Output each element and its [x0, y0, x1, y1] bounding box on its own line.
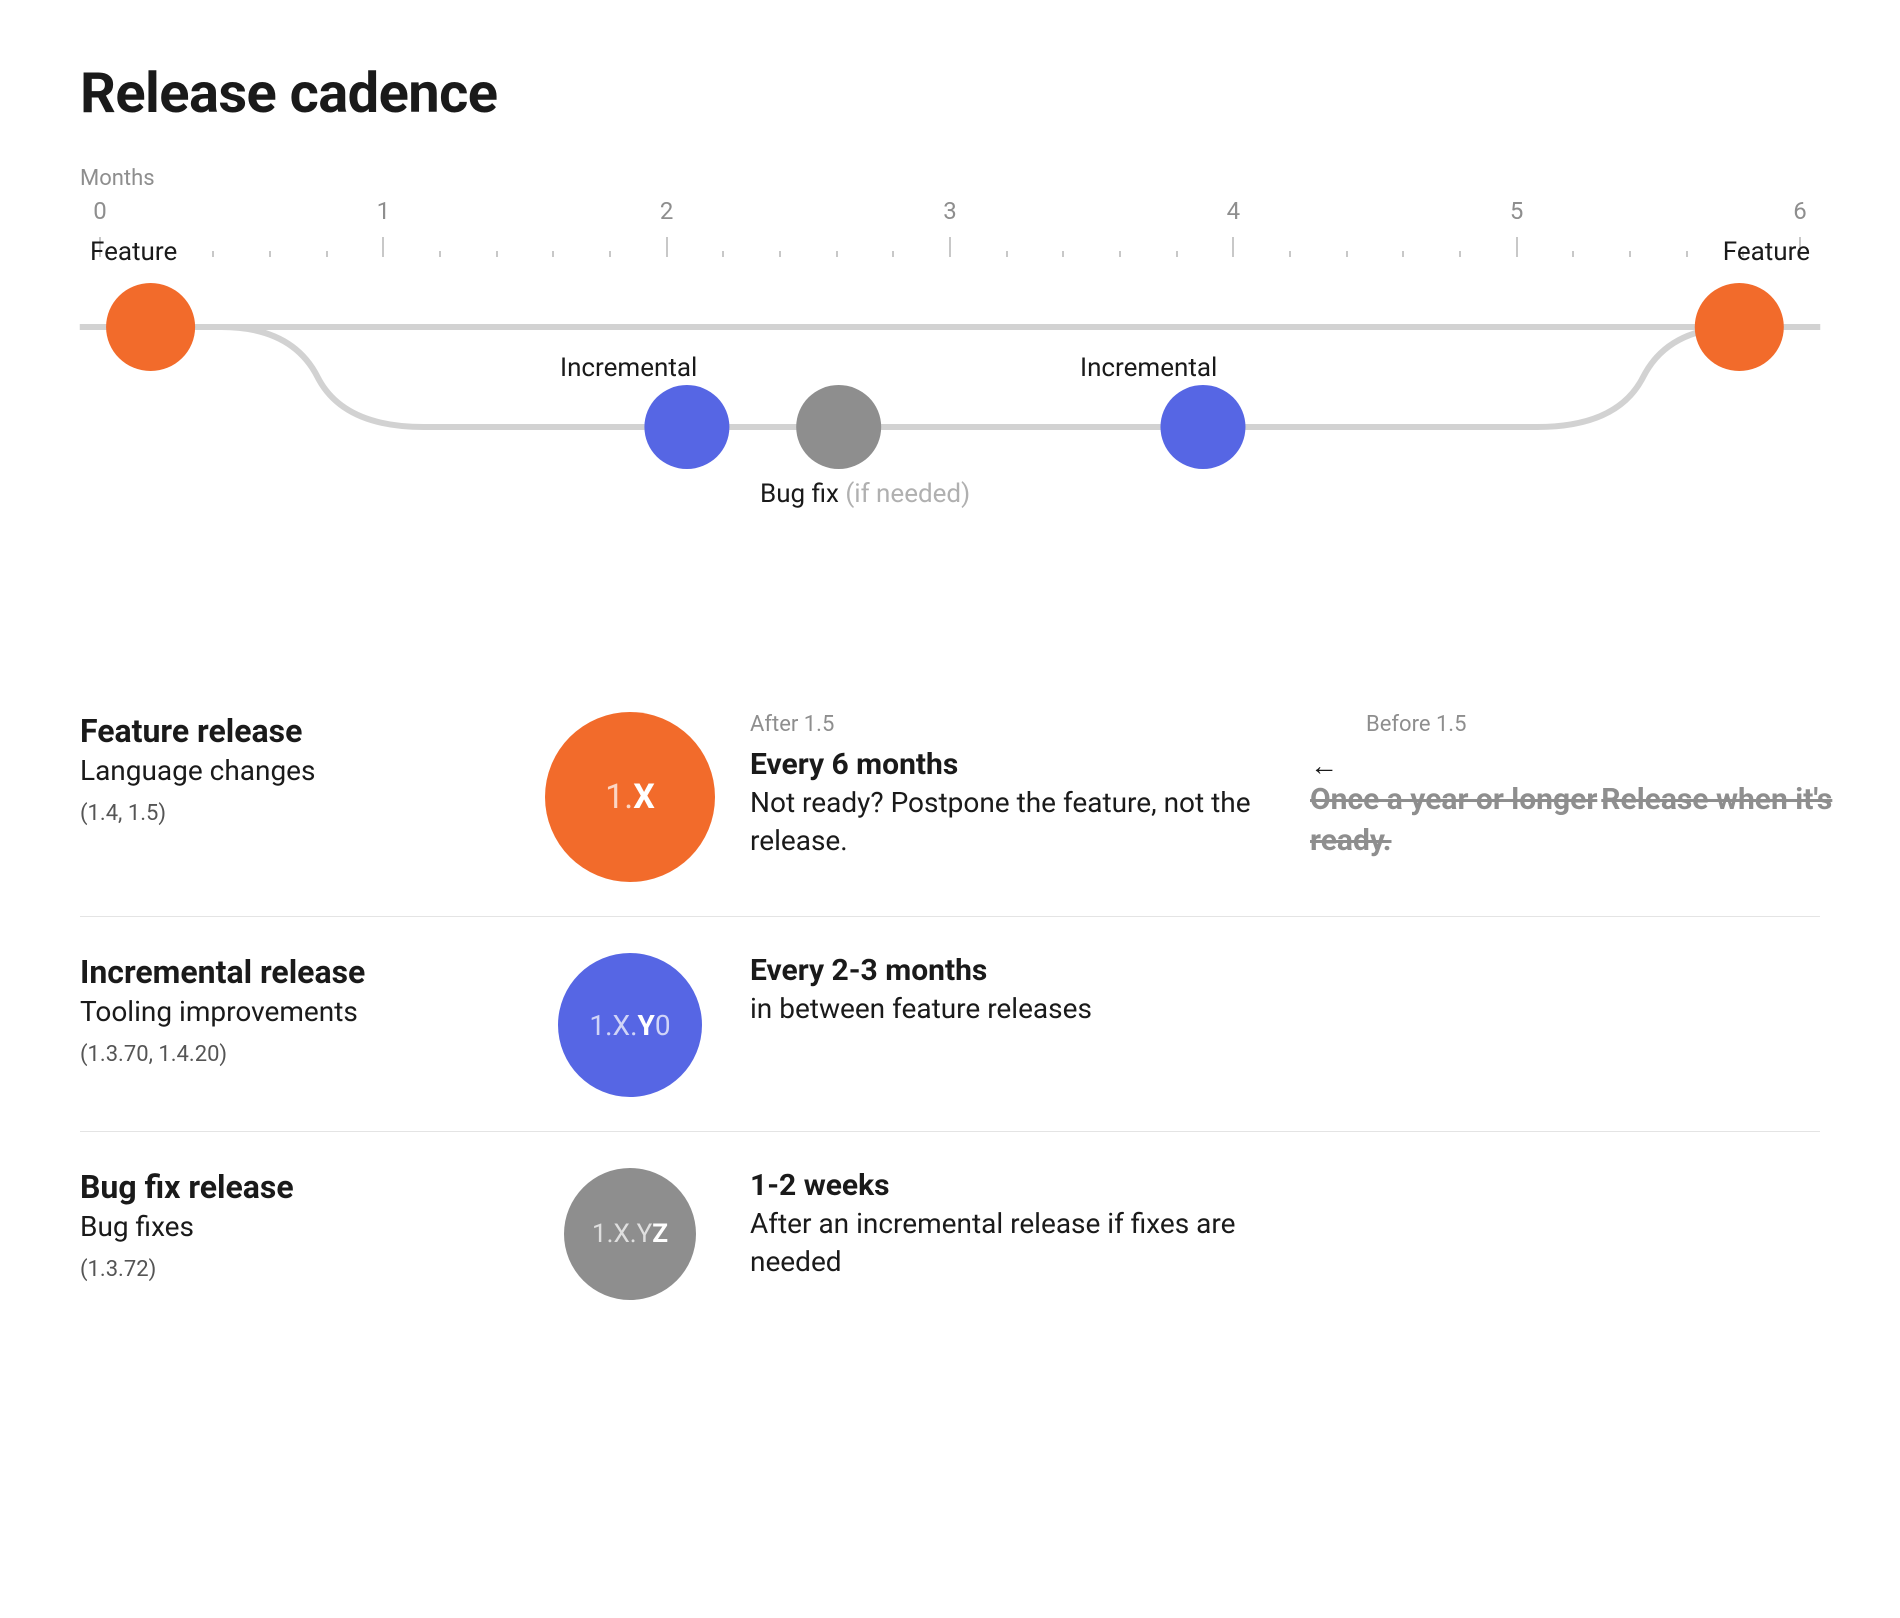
row-title: Feature release — [80, 712, 510, 750]
tick-number: 5 — [1510, 197, 1524, 225]
tick-minor — [326, 251, 328, 257]
timeline-ruler: 0123456 — [100, 197, 1800, 267]
release-rows: Feature release Language changes (1.4, 1… — [80, 676, 1820, 1334]
row-after: 1-2 weeks After an incremental release i… — [750, 1168, 1290, 1281]
timeline-label-bugfix: Bug fix (if needed) — [760, 479, 970, 509]
row-after: Every 2-3 months in between feature rele… — [750, 953, 1290, 1028]
after-body: in between feature releases — [750, 990, 1290, 1028]
tick-minor — [1119, 251, 1121, 257]
before-bold: Once a year or longer — [1310, 782, 1597, 817]
tick-minor — [1572, 251, 1574, 257]
tick-minor — [1459, 251, 1461, 257]
tick-minor — [496, 251, 498, 257]
arrow-left-icon: ← — [1310, 749, 1338, 782]
tick-minor — [552, 251, 554, 257]
tick-minor — [836, 251, 838, 257]
after-bold: 1-2 weeks — [750, 1168, 1290, 1203]
tick-minor — [1006, 251, 1008, 257]
tick-major — [949, 237, 951, 257]
tick-minor — [1686, 251, 1688, 257]
row-examples: (1.3.70, 1.4.20) — [80, 1042, 510, 1067]
timeline-label-incremental-1: Incremental — [560, 353, 697, 383]
tick-major — [382, 237, 384, 257]
tick-number: 3 — [943, 197, 957, 225]
row-subtitle: Language changes — [80, 754, 510, 787]
row-title: Bug fix release — [80, 1168, 510, 1206]
row-before: Before 1.5 ← Once a year or longer Relea… — [1310, 712, 1870, 861]
after-body: Not ready? Postpone the feature, not the… — [750, 784, 1290, 860]
after-header: After 1.5 — [750, 712, 1290, 737]
tick-number: 1 — [377, 197, 391, 225]
tick-minor — [609, 251, 611, 257]
timeline-axis-label: Months — [80, 166, 1820, 191]
before-header: Before 1.5 — [1366, 712, 1870, 737]
tick-minor — [1176, 251, 1178, 257]
row-subtitle: Bug fixes — [80, 1210, 510, 1243]
tick-minor — [439, 251, 441, 257]
version-badge-incremental: 1.X.Y0 — [558, 953, 702, 1097]
version-badge-feature: 1.X — [545, 712, 715, 882]
timeline-node-feature-start — [106, 283, 195, 371]
row-after: After 1.5 Every 6 months Not ready? Post… — [750, 712, 1290, 860]
tick-minor — [892, 251, 894, 257]
tick-minor — [1062, 251, 1064, 257]
tick-minor — [1629, 251, 1631, 257]
row-bugfix-release: Bug fix release Bug fixes (1.3.72) 1.X.Y… — [80, 1132, 1820, 1334]
timeline-label-incremental-2: Incremental — [1080, 353, 1217, 383]
row-examples: (1.4, 1.5) — [80, 801, 510, 826]
tick-minor — [1346, 251, 1348, 257]
row-feature-release: Feature release Language changes (1.4, 1… — [80, 676, 1820, 917]
tick-minor — [1289, 251, 1291, 257]
after-bold: Every 2-3 months — [750, 953, 1290, 988]
after-bold: Every 6 months — [750, 747, 1290, 782]
row-title: Incremental release — [80, 953, 510, 991]
tick-number: 2 — [660, 197, 674, 225]
row-subtitle: Tooling improvements — [80, 995, 510, 1028]
timeline-node-incremental-2 — [1160, 385, 1245, 469]
row-name: Incremental release Tooling improvements… — [80, 953, 510, 1067]
tick-major — [666, 237, 668, 257]
page-title: Release cadence — [80, 60, 1820, 126]
tick-major — [1232, 237, 1234, 257]
timeline-node-feature-end — [1695, 283, 1784, 371]
timeline-label-feature-end: Feature — [1723, 237, 1810, 267]
version-badge-bugfix: 1.X.YZ — [564, 1168, 696, 1300]
tick-major — [1516, 237, 1518, 257]
tick-minor — [212, 251, 214, 257]
timeline: Months 0 1 2 3 4 5 6 Feature Feature Increment… — [80, 166, 1820, 626]
timeline-node-bugfix — [796, 385, 881, 469]
tick-number: 6 — [1793, 197, 1807, 225]
tick-minor — [722, 251, 724, 257]
tick-number: 4 — [1227, 197, 1241, 225]
timeline-track: Feature Feature Incremental Incremental … — [100, 267, 1800, 527]
row-incremental-release: Incremental release Tooling improvements… — [80, 917, 1820, 1132]
tick-minor — [269, 251, 271, 257]
after-body: After an incremental release if fixes ar… — [750, 1205, 1290, 1281]
row-name: Feature release Language changes (1.4, 1… — [80, 712, 510, 826]
timeline-node-incremental-1 — [644, 385, 729, 469]
tick-number: 0 — [93, 197, 107, 225]
tick-minor — [1402, 251, 1404, 257]
tick-minor — [779, 251, 781, 257]
timeline-label-feature-start: Feature — [90, 237, 177, 267]
row-name: Bug fix release Bug fixes (1.3.72) — [80, 1168, 510, 1282]
row-examples: (1.3.72) — [80, 1257, 510, 1282]
